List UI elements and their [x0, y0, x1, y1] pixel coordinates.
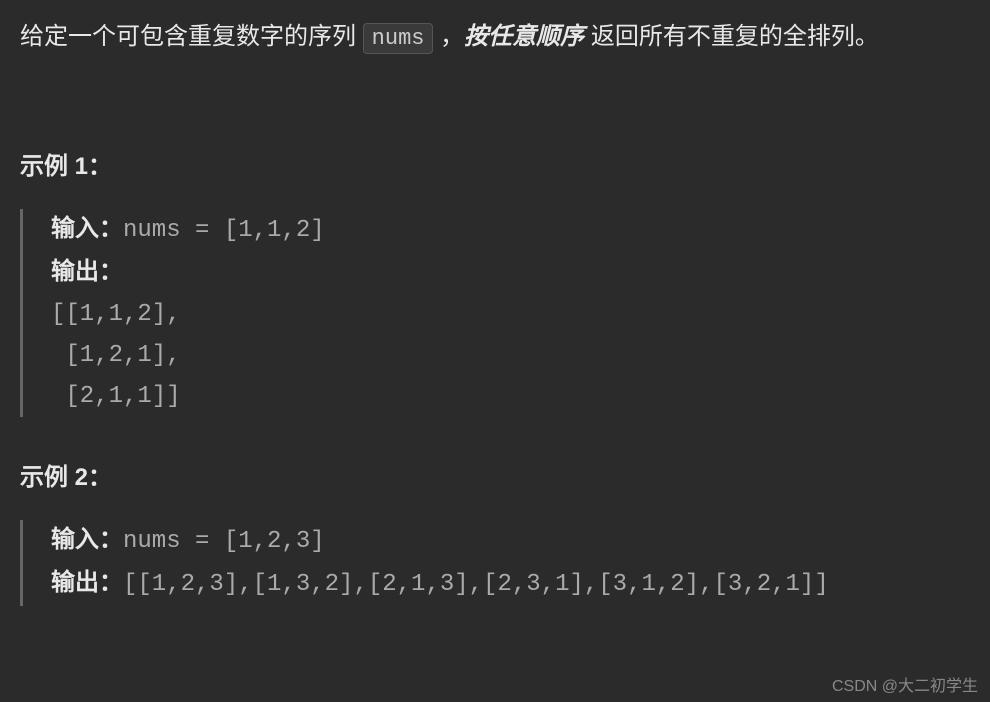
- example2-heading: 示例 2：: [20, 457, 970, 492]
- problem-description: 给定一个可包含重复数字的序列 nums ，按任意顺序 返回所有不重复的全排列。: [20, 18, 970, 56]
- inline-code-nums: nums: [363, 23, 434, 54]
- example2-output-row: 输出：[[1,2,3],[1,3,2],[2,1,3],[2,3,1],[3,1…: [51, 563, 970, 606]
- description-prefix: 给定一个可包含重复数字的序列: [20, 23, 363, 50]
- example1-output-label-row: 输出：: [51, 252, 970, 295]
- description-middle1: ，: [433, 23, 464, 50]
- example1-input-value: nums = [1,1,2]: [123, 217, 325, 244]
- watermark: CSDN @大二初学生: [832, 672, 978, 696]
- example2-input-row: 输入：nums = [1,2,3]: [51, 520, 970, 563]
- example1-output-label: 输出：: [51, 258, 123, 285]
- description-suffix: 返回所有不重复的全排列。: [584, 23, 879, 50]
- example2-input-label: 输入：: [51, 526, 123, 553]
- example2-input-value: nums = [1,2,3]: [123, 528, 325, 555]
- example1-output-value: [[1,1,2], [1,2,1], [2,1,1]]: [51, 295, 970, 417]
- description-emphasis: 按任意顺序: [464, 23, 584, 50]
- example1-heading: 示例 1：: [20, 146, 970, 181]
- example2-output-label: 输出：: [51, 569, 123, 596]
- example1-input-row: 输入：nums = [1,1,2]: [51, 209, 970, 252]
- example1-input-label: 输入：: [51, 215, 123, 242]
- example1-block: 输入：nums = [1,1,2] 输出： [[1,1,2], [1,2,1],…: [20, 209, 970, 417]
- example2-block: 输入：nums = [1,2,3] 输出：[[1,2,3],[1,3,2],[2…: [20, 520, 970, 606]
- example2-output-value: [[1,2,3],[1,3,2],[2,1,3],[2,3,1],[3,1,2]…: [123, 571, 829, 598]
